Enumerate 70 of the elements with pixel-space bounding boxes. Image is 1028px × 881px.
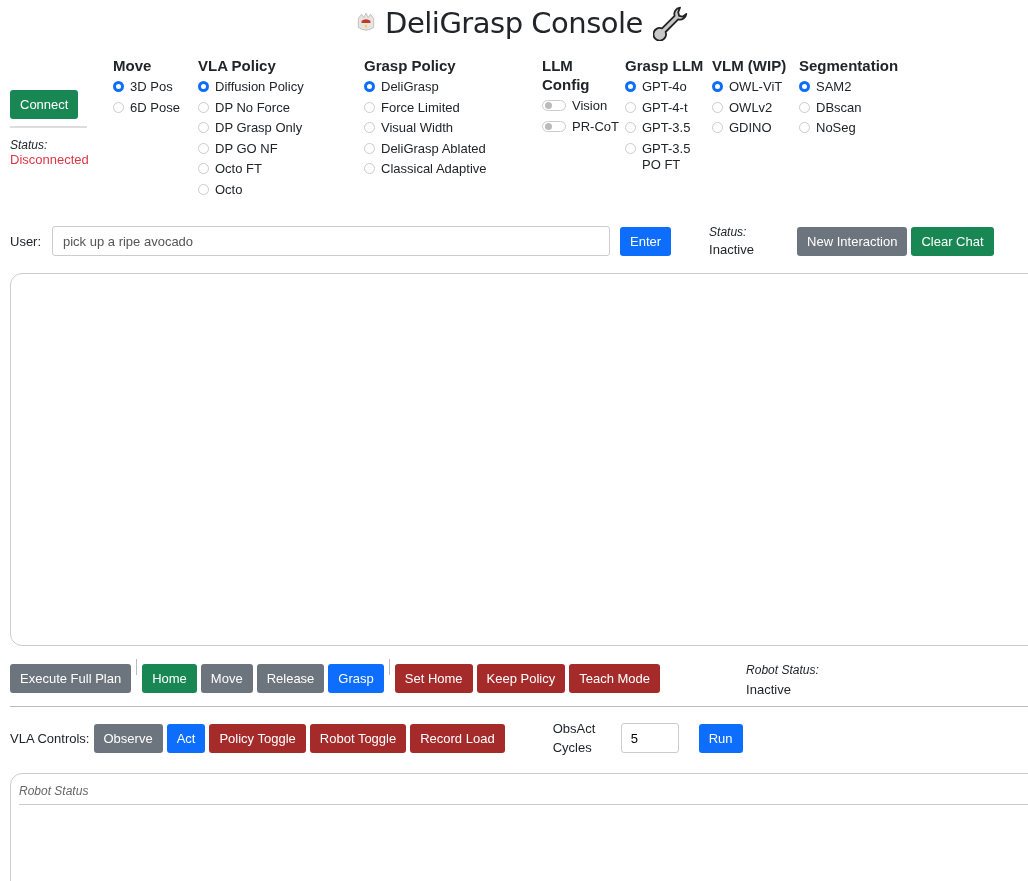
robot-button[interactable]: Execute Full Plan — [10, 663, 132, 693]
radio-label: Classical Adaptive — [381, 161, 487, 177]
connect-button[interactable]: Connect — [10, 90, 79, 119]
group-heading: Move — [113, 56, 153, 75]
radio-label: Force Limited — [381, 99, 460, 116]
radio-label: 6D Pose — [130, 99, 180, 116]
radio-label: SAM2 — [816, 79, 852, 95]
radio-label: DeliGrasp — [381, 79, 439, 95]
radio-label: Octo — [215, 181, 243, 198]
user-label: User: — [10, 233, 43, 249]
radio-label: DP Grasp Only — [215, 120, 303, 136]
run-button[interactable]: Run — [698, 723, 743, 753]
radio-button[interactable] — [625, 81, 636, 92]
wrench-icon — [652, 5, 689, 41]
panel-header: Robot Status — [19, 784, 1028, 805]
group-heading: Segmentation — [799, 56, 900, 75]
robot-button[interactable]: Home — [142, 663, 197, 693]
page-title: DeliGrasp Console — [385, 6, 643, 40]
vla-button[interactable]: Robot Toggle — [309, 723, 407, 753]
robot-button[interactable]: Release — [256, 663, 325, 693]
radio-label: GPT-4o — [642, 79, 687, 95]
group-heading: LLM Config — [542, 56, 591, 94]
robot-button[interactable]: Keep Policy — [476, 663, 566, 693]
status-label: Status: — [10, 138, 49, 152]
group-heading: VLM (WIP) — [712, 56, 788, 75]
message-field[interactable]: pick up a ripe avocado — [52, 226, 610, 256]
enter-button[interactable]: Enter — [620, 226, 672, 256]
cycles-field[interactable]: 5 — [620, 723, 679, 753]
vla-button[interactable]: Act — [166, 723, 206, 753]
radio-label: Diffusion Policy — [215, 79, 304, 95]
radio-button[interactable] — [799, 81, 810, 92]
robot-button[interactable]: Set Home — [394, 663, 473, 693]
group-heading: VLA Policy — [198, 56, 277, 75]
radio-button[interactable] — [712, 81, 723, 92]
radio-label: GPT-4-t — [642, 99, 688, 116]
radio-button[interactable] — [113, 81, 124, 92]
radio-label: GPT-3.5 — [642, 120, 691, 136]
group-heading: Grasp LLM — [625, 56, 705, 75]
vla-button[interactable]: Policy Toggle — [209, 723, 306, 753]
robot-status: Inactive — [746, 681, 792, 699]
radio-label: GDINO — [729, 120, 772, 136]
vla-controls-label: VLA Controls: — [10, 730, 90, 746]
robot-button[interactable]: Teach Mode — [569, 663, 661, 693]
robot-button[interactable]: Move — [200, 663, 253, 693]
radio-label: DeliGrasp Ablated — [381, 140, 486, 157]
robot-status-label: Robot Status: — [746, 662, 819, 679]
chat-status: Inactive — [709, 241, 755, 259]
chat-button[interactable]: New Interaction — [797, 226, 908, 256]
radio-label: DBscan — [816, 99, 862, 116]
group-heading: Grasp Policy — [364, 56, 457, 75]
toggle-label: PR-CoT — [572, 118, 619, 135]
radio-label: 3D Pos — [130, 79, 173, 95]
connection-status: Disconnected — [10, 152, 90, 167]
robot-button[interactable]: Grasp — [328, 663, 384, 693]
toggle-label: Vision — [572, 98, 608, 114]
radio-label: NoSeg — [816, 120, 856, 136]
radio-label: OWL-ViT — [729, 79, 783, 95]
radio-label: DP No Force — [215, 99, 290, 116]
vla-button[interactable]: Observe — [93, 723, 163, 753]
radio-label: Octo FT — [215, 161, 262, 177]
radio-label: GPT-3.5 PO FT — [642, 140, 692, 173]
radio-label: DP GO NF — [215, 140, 278, 157]
radio-label: Visual Width — [381, 120, 453, 136]
radio-button[interactable] — [198, 81, 209, 92]
chat-button[interactable]: Clear Chat — [911, 226, 994, 256]
cycles-label: ObsAct Cycles — [552, 720, 597, 757]
vla-button[interactable]: Record Load — [410, 723, 505, 753]
status-label: Status: — [709, 224, 748, 241]
radio-label: OWLv2 — [729, 99, 773, 116]
radio-button[interactable] — [364, 81, 375, 92]
